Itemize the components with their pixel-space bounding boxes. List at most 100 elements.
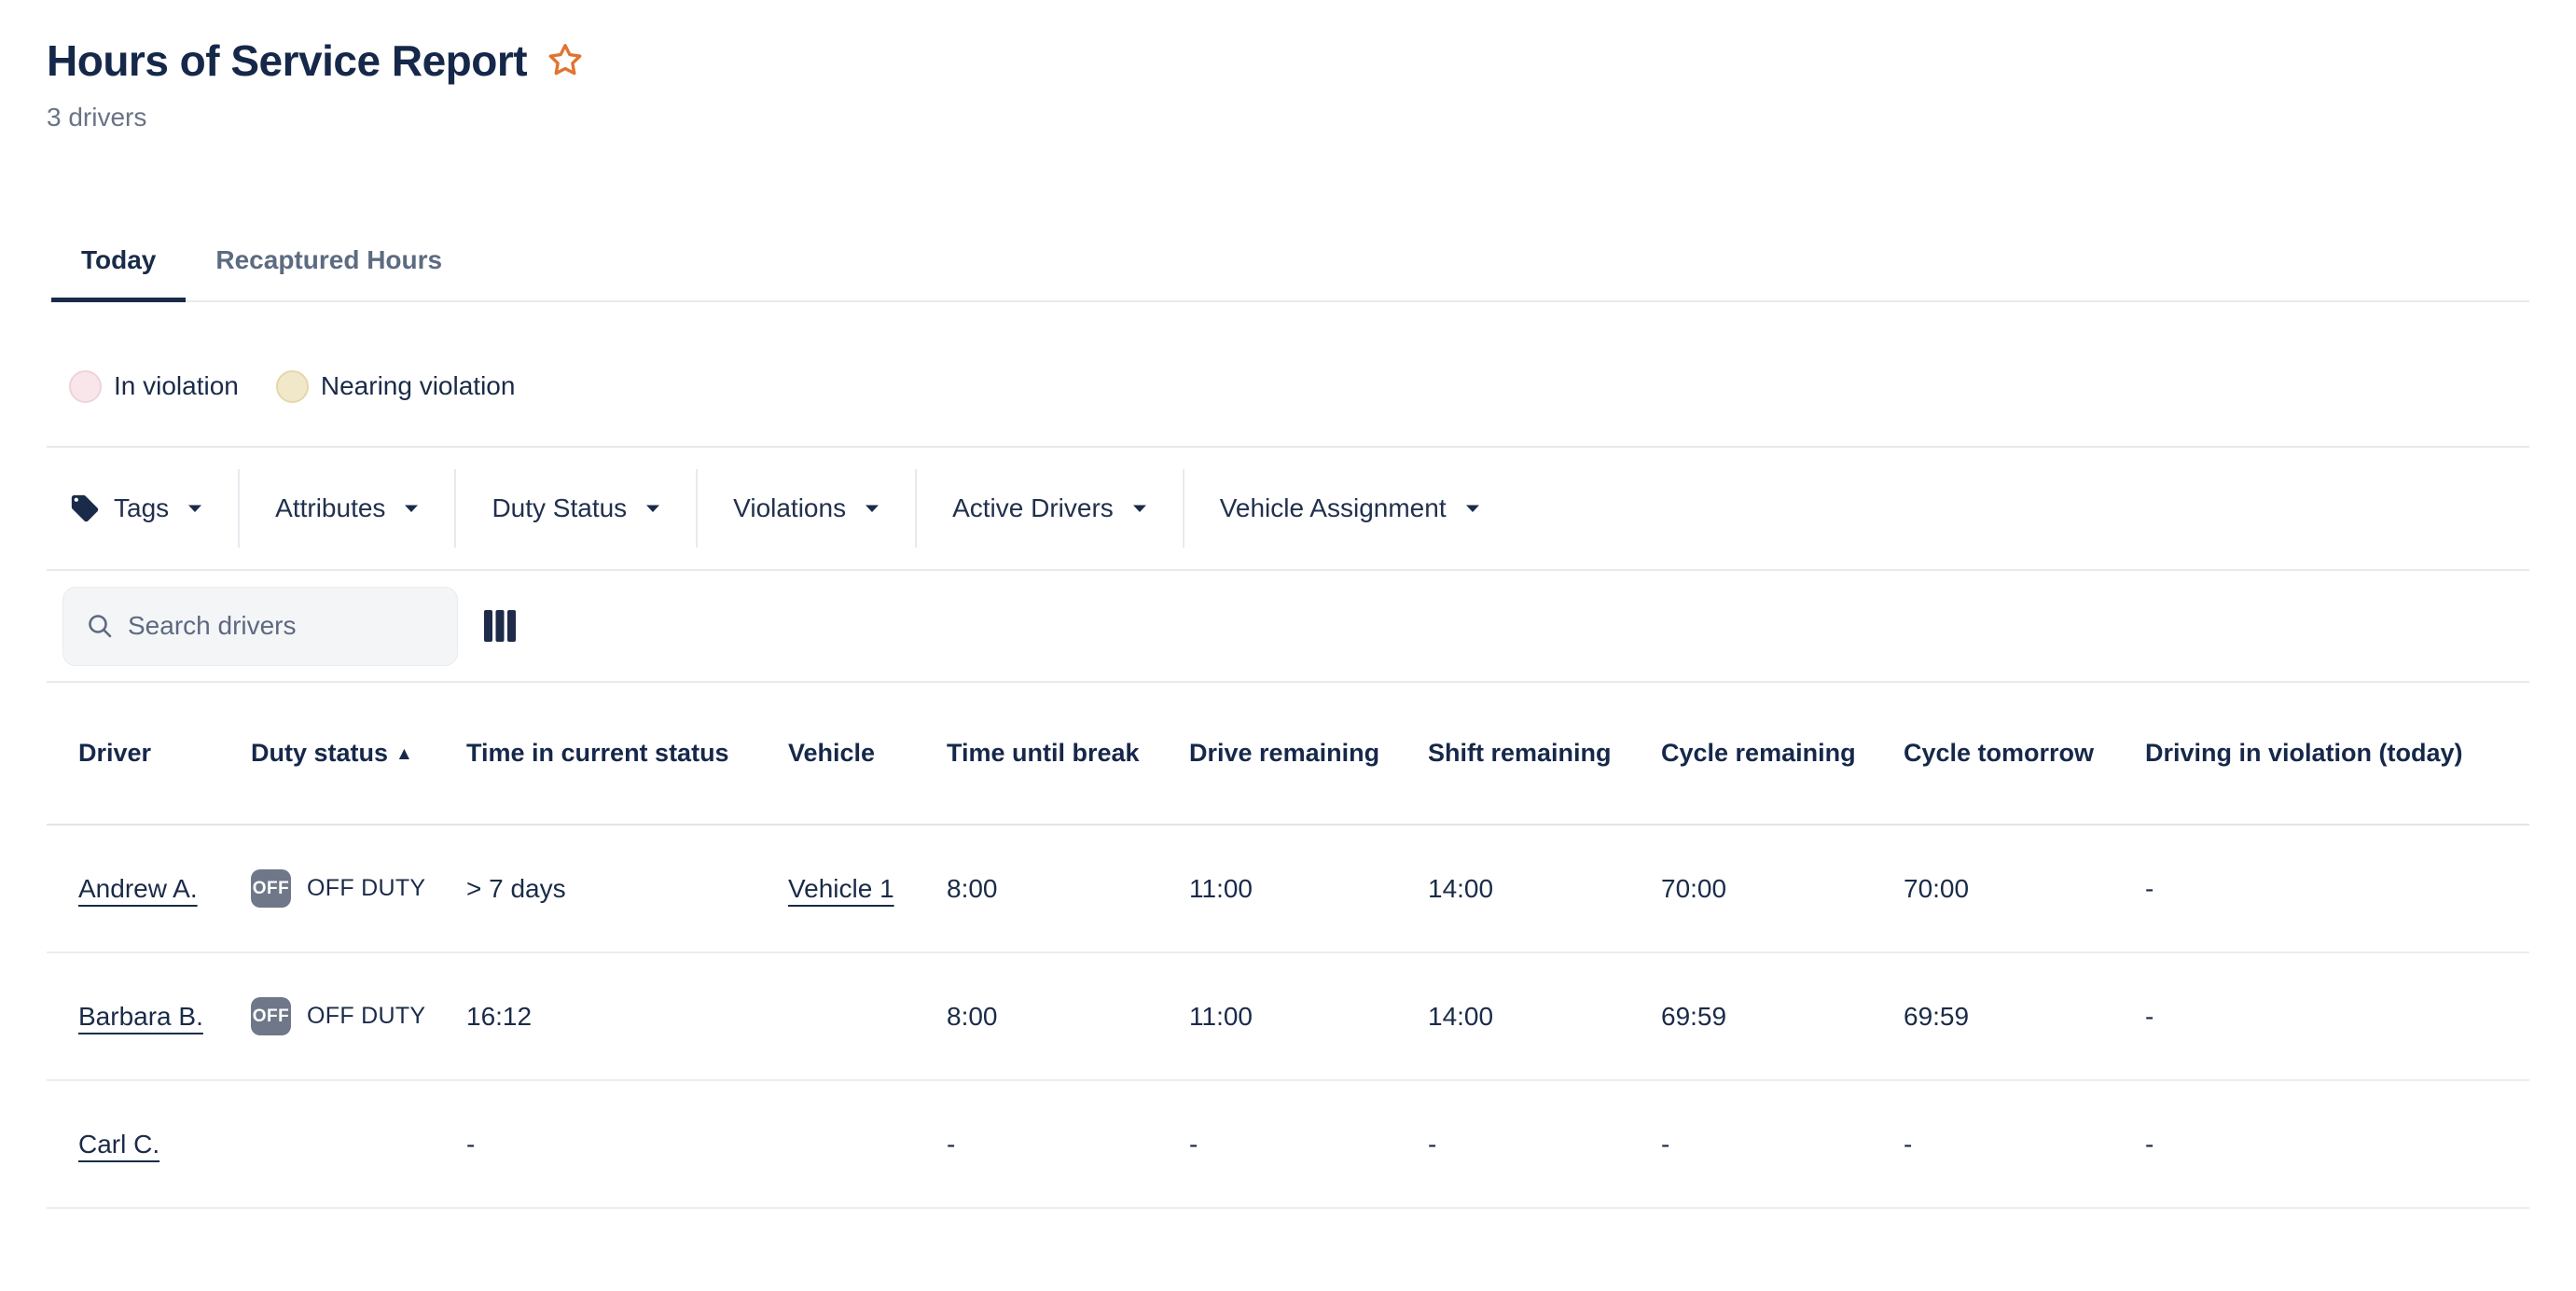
chevron-down-icon	[187, 504, 202, 513]
column-header-time-until-break[interactable]: Time until break	[947, 683, 1189, 825]
vehicle-link[interactable]: Vehicle 1	[788, 874, 894, 903]
filter-tags-label: Tags	[114, 493, 169, 523]
tab-today[interactable]: Today	[51, 222, 186, 300]
search-toolbar	[47, 571, 2529, 681]
duty-status-label: OFF DUTY	[307, 1003, 425, 1030]
column-header-time-in-current-status[interactable]: Time in current status	[466, 683, 788, 825]
shift-remaining-cell: 14:00	[1428, 952, 1661, 1080]
tab-recaptured-hours[interactable]: Recaptured Hours	[186, 222, 472, 300]
time-until-break-cell: -	[947, 1080, 1189, 1208]
legend-in-violation: In violation	[69, 370, 239, 403]
cycle-remaining-cell: 69:59	[1661, 952, 1904, 1080]
shift-remaining-cell: 14:00	[1428, 825, 1661, 952]
shift-remaining-cell: -	[1428, 1080, 1661, 1208]
sort-ascending-icon: ▲	[395, 744, 413, 764]
filter-duty-status-label: Duty Status	[492, 493, 627, 523]
filter-bar: Tags Attributes Duty Status Violations A…	[47, 448, 2529, 569]
cycle-tomorrow-cell: 70:00	[1904, 825, 2145, 952]
column-header-time-until-break-label: Time until break	[947, 739, 1140, 767]
vehicle-cell	[788, 952, 947, 1080]
column-header-duty-status[interactable]: Duty status ▲	[251, 683, 466, 825]
driving-in-violation-cell: -	[2145, 1080, 2529, 1208]
filter-attributes[interactable]: Attributes	[238, 469, 454, 548]
vehicle-cell: Vehicle 1	[788, 825, 947, 952]
duty-status-label: OFF DUTY	[307, 875, 425, 902]
filter-duty-status[interactable]: Duty Status	[454, 469, 696, 548]
table-row: Barbara B. OFF OFF DUTY 16:12 8:00 11:00…	[47, 952, 2529, 1080]
filter-tags[interactable]: Tags	[47, 469, 238, 548]
filter-vehicle-assignment[interactable]: Vehicle Assignment	[1183, 469, 1516, 548]
chevron-down-icon	[865, 504, 879, 513]
driver-link[interactable]: Carl C.	[78, 1130, 159, 1159]
column-header-vehicle-label: Vehicle	[788, 739, 875, 767]
column-header-drive-remaining-label: Drive remaining	[1189, 739, 1379, 767]
cycle-remaining-cell: 70:00	[1661, 825, 1904, 952]
filter-active-drivers-label: Active Drivers	[952, 493, 1114, 523]
cycle-remaining-cell: -	[1661, 1080, 1904, 1208]
nearing-violation-swatch-icon	[276, 370, 309, 403]
driver-link[interactable]: Andrew A.	[78, 874, 198, 903]
violation-legend: In violation Nearing violation	[69, 369, 2529, 403]
search-input[interactable]	[128, 611, 435, 641]
driver-count-subtitle: 3 drivers	[47, 103, 2529, 132]
cycle-tomorrow-cell: 69:59	[1904, 952, 2145, 1080]
driver-cell: Andrew A.	[47, 825, 251, 952]
columns-icon	[484, 609, 516, 643]
favorite-star-button[interactable]	[546, 41, 585, 80]
table-row: Carl C. - - - - - - -	[47, 1080, 2529, 1208]
driver-link[interactable]: Barbara B.	[78, 1002, 203, 1031]
column-header-driving-in-violation[interactable]: Driving in violation (today)	[2145, 683, 2529, 825]
column-header-driver[interactable]: Driver	[47, 683, 251, 825]
duty-status-cell: OFF OFF DUTY	[251, 952, 466, 1080]
column-header-driving-in-violation-label: Driving in violation (today)	[2145, 739, 2463, 767]
in-violation-swatch-icon	[69, 370, 102, 403]
chevron-down-icon	[1132, 504, 1147, 513]
column-header-cycle-remaining[interactable]: Cycle remaining	[1661, 683, 1904, 825]
column-header-cycle-tomorrow[interactable]: Cycle tomorrow	[1904, 683, 2145, 825]
page-title: Hours of Service Report	[47, 35, 527, 86]
drive-remaining-cell: 11:00	[1189, 825, 1428, 952]
drive-remaining-cell: 11:00	[1189, 952, 1428, 1080]
column-header-vehicle[interactable]: Vehicle	[788, 683, 947, 825]
column-header-cycle-remaining-label: Cycle remaining	[1661, 739, 1856, 767]
tag-icon	[69, 493, 101, 524]
column-header-cycle-tomorrow-label: Cycle tomorrow	[1904, 739, 2094, 767]
hours-of-service-report-page: Hours of Service Report 3 drivers Today …	[0, 35, 2576, 1209]
cycle-tomorrow-cell: -	[1904, 1080, 2145, 1208]
filter-attributes-label: Attributes	[275, 493, 385, 523]
column-header-shift-remaining[interactable]: Shift remaining	[1428, 683, 1661, 825]
column-header-duty-status-label: Duty status	[251, 739, 388, 767]
chevron-down-icon	[1465, 504, 1480, 513]
time-in-current-status-cell: > 7 days	[466, 825, 788, 952]
table-header-row: Driver Duty status ▲ Time in current stat…	[47, 683, 2529, 825]
chevron-down-icon	[404, 504, 419, 513]
vehicle-cell	[788, 1080, 947, 1208]
time-in-current-status-cell: -	[466, 1080, 788, 1208]
time-in-current-status-cell: 16:12	[466, 952, 788, 1080]
filter-vehicle-assignment-label: Vehicle Assignment	[1220, 493, 1447, 523]
search-box	[62, 587, 458, 666]
driving-in-violation-cell: -	[2145, 825, 2529, 952]
driving-in-violation-cell: -	[2145, 952, 2529, 1080]
duty-status-cell: OFF OFF DUTY	[251, 825, 466, 952]
report-tabs: Today Recaptured Hours	[51, 222, 2529, 302]
column-header-drive-remaining[interactable]: Drive remaining	[1189, 683, 1428, 825]
star-icon	[546, 41, 585, 80]
column-header-driver-label: Driver	[78, 739, 151, 767]
duty-status-cell	[251, 1080, 466, 1208]
legend-in-violation-label: In violation	[114, 371, 239, 401]
column-header-shift-remaining-label: Shift remaining	[1428, 739, 1612, 767]
column-header-time-in-current-status-label: Time in current status	[466, 739, 729, 767]
search-icon	[86, 612, 114, 640]
filter-violations[interactable]: Violations	[696, 469, 915, 548]
filter-active-drivers[interactable]: Active Drivers	[915, 469, 1183, 548]
column-settings-button[interactable]	[484, 609, 516, 643]
duty-status-badge: OFF	[251, 997, 291, 1035]
driver-cell: Barbara B.	[47, 952, 251, 1080]
page-header: Hours of Service Report	[47, 35, 2529, 86]
legend-nearing-violation-label: Nearing violation	[321, 371, 516, 401]
legend-nearing-violation: Nearing violation	[276, 370, 516, 403]
time-until-break-cell: 8:00	[947, 825, 1189, 952]
duty-status-badge: OFF	[251, 869, 291, 908]
drive-remaining-cell: -	[1189, 1080, 1428, 1208]
